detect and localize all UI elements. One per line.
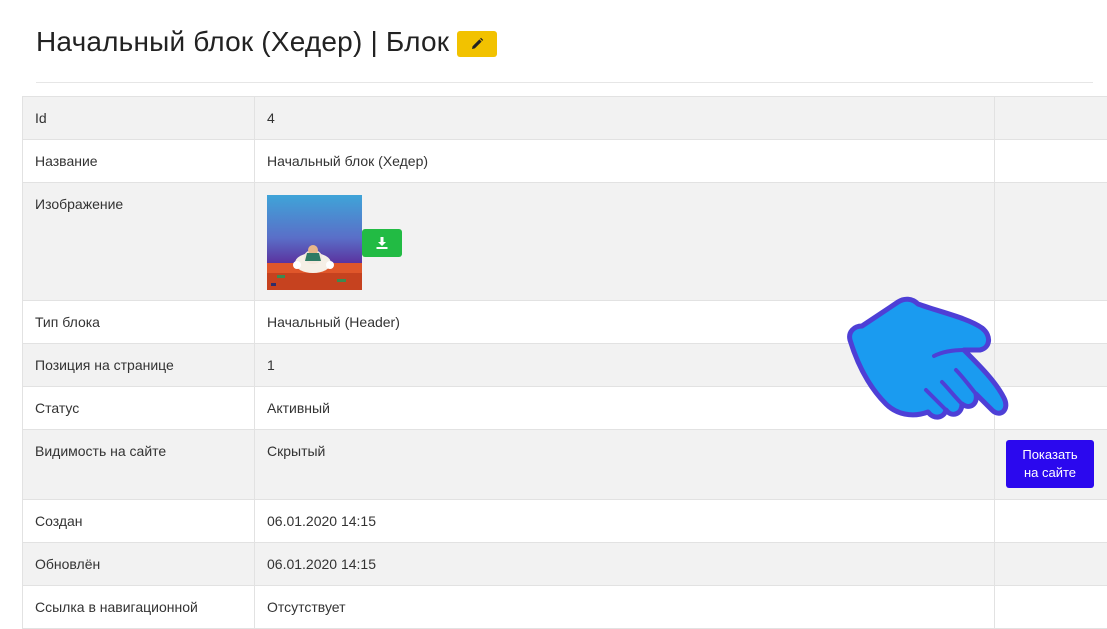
row-label: Ссылка в навигационной: [23, 586, 255, 629]
block-image-thumbnail[interactable]: [267, 195, 362, 290]
row-action: [995, 586, 1107, 629]
row-value: Начальный блок (Хедер): [255, 140, 995, 183]
download-button[interactable]: [362, 229, 402, 257]
row-label: Название: [23, 140, 255, 183]
show-on-site-button[interactable]: Показать на сайте: [1006, 440, 1094, 488]
header-divider: [36, 82, 1093, 83]
table-row: Id 4: [23, 97, 1107, 140]
table-row: Видимость на сайте Скрытый Показать на с…: [23, 430, 1107, 500]
row-action: [995, 183, 1107, 301]
edit-button[interactable]: [457, 31, 497, 57]
row-label: Id: [23, 97, 255, 140]
pencil-icon: [470, 37, 484, 51]
row-label: Обновлён: [23, 543, 255, 586]
row-value: [255, 183, 995, 301]
row-action: [995, 97, 1107, 140]
row-label: Изображение: [23, 183, 255, 301]
table-row: Обновлён 06.01.2020 14:15: [23, 543, 1107, 586]
row-label: Видимость на сайте: [23, 430, 255, 500]
pointing-hand-icon: [840, 292, 1016, 432]
row-value: Отсутствует: [255, 586, 995, 629]
image-cell: [267, 195, 982, 290]
row-label: Создан: [23, 500, 255, 543]
row-action: [995, 140, 1107, 183]
row-label: Тип блока: [23, 301, 255, 344]
row-value: 06.01.2020 14:15: [255, 500, 995, 543]
table-row: Ссылка в навигационной Отсутствует: [23, 586, 1107, 629]
table-row: Создан 06.01.2020 14:15: [23, 500, 1107, 543]
download-icon: [375, 236, 389, 250]
row-label: Позиция на странице: [23, 344, 255, 387]
page-header: Начальный блок (Хедер) | Блок: [36, 22, 497, 62]
row-action: Показать на сайте: [995, 430, 1107, 500]
table-row: Название Начальный блок (Хедер): [23, 140, 1107, 183]
row-value: 06.01.2020 14:15: [255, 543, 995, 586]
table-row: Изображение: [23, 183, 1107, 301]
row-action: [995, 543, 1107, 586]
page-title: Начальный блок (Хедер) | Блок: [36, 22, 449, 62]
row-value: 4: [255, 97, 995, 140]
row-label: Статус: [23, 387, 255, 430]
row-action: [995, 500, 1107, 543]
row-value: Скрытый: [255, 430, 995, 500]
